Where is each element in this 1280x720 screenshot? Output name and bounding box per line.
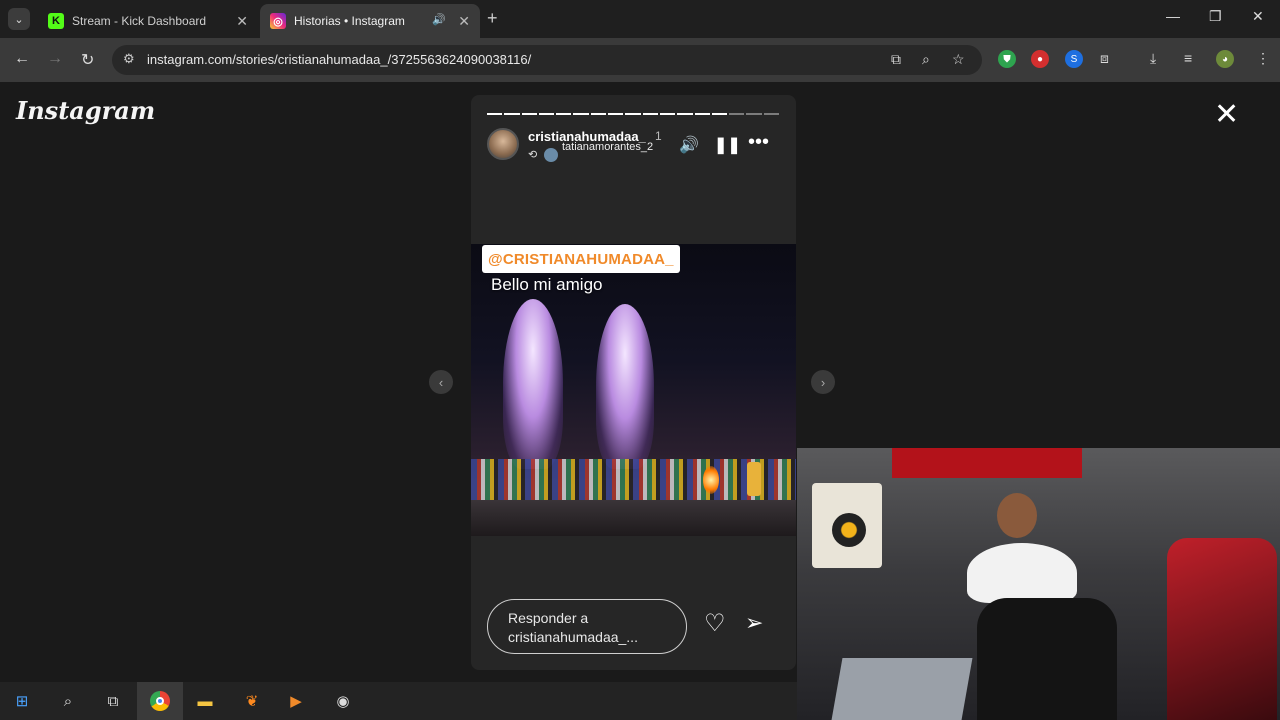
smoke-column-left: [503, 299, 563, 469]
story-progress-bar: [487, 113, 780, 115]
story-caption: Bello mi amigo: [491, 275, 603, 294]
media-control-icon[interactable]: ≡: [1184, 50, 1192, 66]
tab-kick-dashboard[interactable]: K Stream - Kick Dashboard ✕: [38, 4, 258, 38]
progress-segment: [729, 113, 745, 115]
repost-icon: ⟲: [528, 149, 538, 161]
bucket-hat: [967, 543, 1077, 603]
instagram-logo[interactable]: Instagram: [16, 96, 155, 125]
stage-prop: [747, 462, 761, 496]
obs-icon[interactable]: ◉: [331, 689, 355, 713]
window-close-icon[interactable]: ✕: [1252, 8, 1264, 25]
streamer: [977, 598, 1117, 720]
story-time: 1: [655, 129, 662, 143]
shazam-extension-icon[interactable]: S: [1065, 50, 1083, 68]
restore-icon[interactable]: ❐: [1209, 8, 1222, 25]
gaming-chair: [1167, 538, 1277, 720]
studio-monitor-speaker: [812, 483, 882, 568]
tab-title: Historias • Instagram: [294, 14, 405, 28]
red-banner: [892, 448, 1082, 478]
tab-title: Stream - Kick Dashboard: [72, 14, 207, 28]
progress-segment: [556, 113, 572, 115]
progress-segment: [677, 113, 693, 115]
smoke-column-right: [596, 304, 654, 469]
progress-segment: [538, 113, 555, 115]
progress-segment: [590, 113, 607, 115]
shield-extension-icon[interactable]: ⛊: [998, 50, 1016, 68]
progress-segment: [711, 113, 728, 115]
download-icon[interactable]: ⤓: [1150, 50, 1156, 67]
file-explorer-icon[interactable]: ▬: [193, 689, 217, 713]
background-person: [997, 493, 1037, 538]
like-heart-icon[interactable]: ♡: [704, 612, 726, 636]
task-view-icon[interactable]: ⧉: [101, 689, 125, 713]
previous-story-arrow-icon[interactable]: ‹: [429, 370, 453, 394]
bookmark-star-icon[interactable]: ☆: [952, 51, 965, 68]
profile-avatar[interactable]: ◕: [1216, 50, 1234, 68]
next-story-arrow-icon[interactable]: ›: [811, 370, 835, 394]
fire-effect: [703, 466, 719, 494]
browser-menu-icon[interactable]: ⋮: [1256, 50, 1270, 67]
tab-close-icon[interactable]: ✕: [236, 13, 248, 30]
laptop: [831, 658, 973, 720]
taskbar-search-icon[interactable]: ⌕: [56, 689, 80, 713]
crowd-silhouettes: [471, 500, 796, 536]
kick-icon: K: [48, 13, 64, 29]
zoom-icon[interactable]: ⌕: [922, 51, 930, 68]
send-direct-icon[interactable]: ➢: [745, 612, 763, 634]
webcam-overlay: [797, 448, 1280, 720]
progress-segment: [763, 113, 780, 115]
pause-icon[interactable]: ❚❚: [714, 135, 741, 155]
site-settings-icon[interactable]: ⚙: [123, 51, 135, 67]
back-icon[interactable]: ←: [14, 50, 30, 68]
progress-segment: [625, 113, 641, 115]
media-player-icon[interactable]: ▶: [284, 689, 308, 713]
minimize-icon[interactable]: —: [1166, 8, 1180, 24]
volume-icon[interactable]: 🔊: [679, 135, 699, 155]
progress-segment: [642, 113, 658, 115]
reload-icon[interactable]: ↻: [81, 50, 94, 70]
extensions-puzzle-icon[interactable]: ⧈: [1100, 50, 1109, 67]
chrome-icon[interactable]: [148, 689, 172, 713]
more-options-icon[interactable]: •••: [748, 131, 769, 154]
reply-input[interactable]: Responder a cristianahumadaa_...: [487, 599, 687, 654]
tab-instagram-stories[interactable]: ◎ Historias • Instagram 🔊 ✕: [260, 4, 480, 38]
record-extension-icon[interactable]: ●: [1031, 50, 1049, 68]
windows-start-icon[interactable]: ⊞: [10, 689, 34, 713]
install-app-icon[interactable]: ⧉: [891, 51, 901, 68]
audio-playing-icon[interactable]: 🔊: [432, 13, 446, 26]
progress-segment: [573, 113, 589, 115]
tab-search-button[interactable]: ⌄: [8, 8, 30, 30]
progress-segment: [504, 113, 520, 115]
progress-segment: [608, 113, 624, 115]
progress-segment: [746, 113, 762, 115]
avatar[interactable]: [487, 128, 519, 160]
progress-segment: [521, 113, 537, 115]
close-story-icon[interactable]: ✕: [1214, 100, 1239, 130]
tab-close-icon[interactable]: ✕: [458, 13, 470, 30]
repost-user-avatar[interactable]: [544, 148, 558, 162]
new-tab-button[interactable]: +: [487, 8, 498, 29]
forward-icon[interactable]: →: [47, 50, 63, 68]
instagram-icon: ◎: [270, 13, 286, 29]
progress-segment: [487, 113, 503, 115]
progress-segment: [694, 113, 710, 115]
url-text[interactable]: instagram.com/stories/cristianahumadaa_/…: [147, 52, 531, 67]
progress-segment: [659, 113, 676, 115]
mention-sticker[interactable]: @CRISTIANAHUMADAA_: [482, 245, 680, 273]
reposted-from-username[interactable]: tatianamorantes_2: [562, 141, 653, 153]
fl-studio-icon[interactable]: ❦: [240, 689, 264, 713]
